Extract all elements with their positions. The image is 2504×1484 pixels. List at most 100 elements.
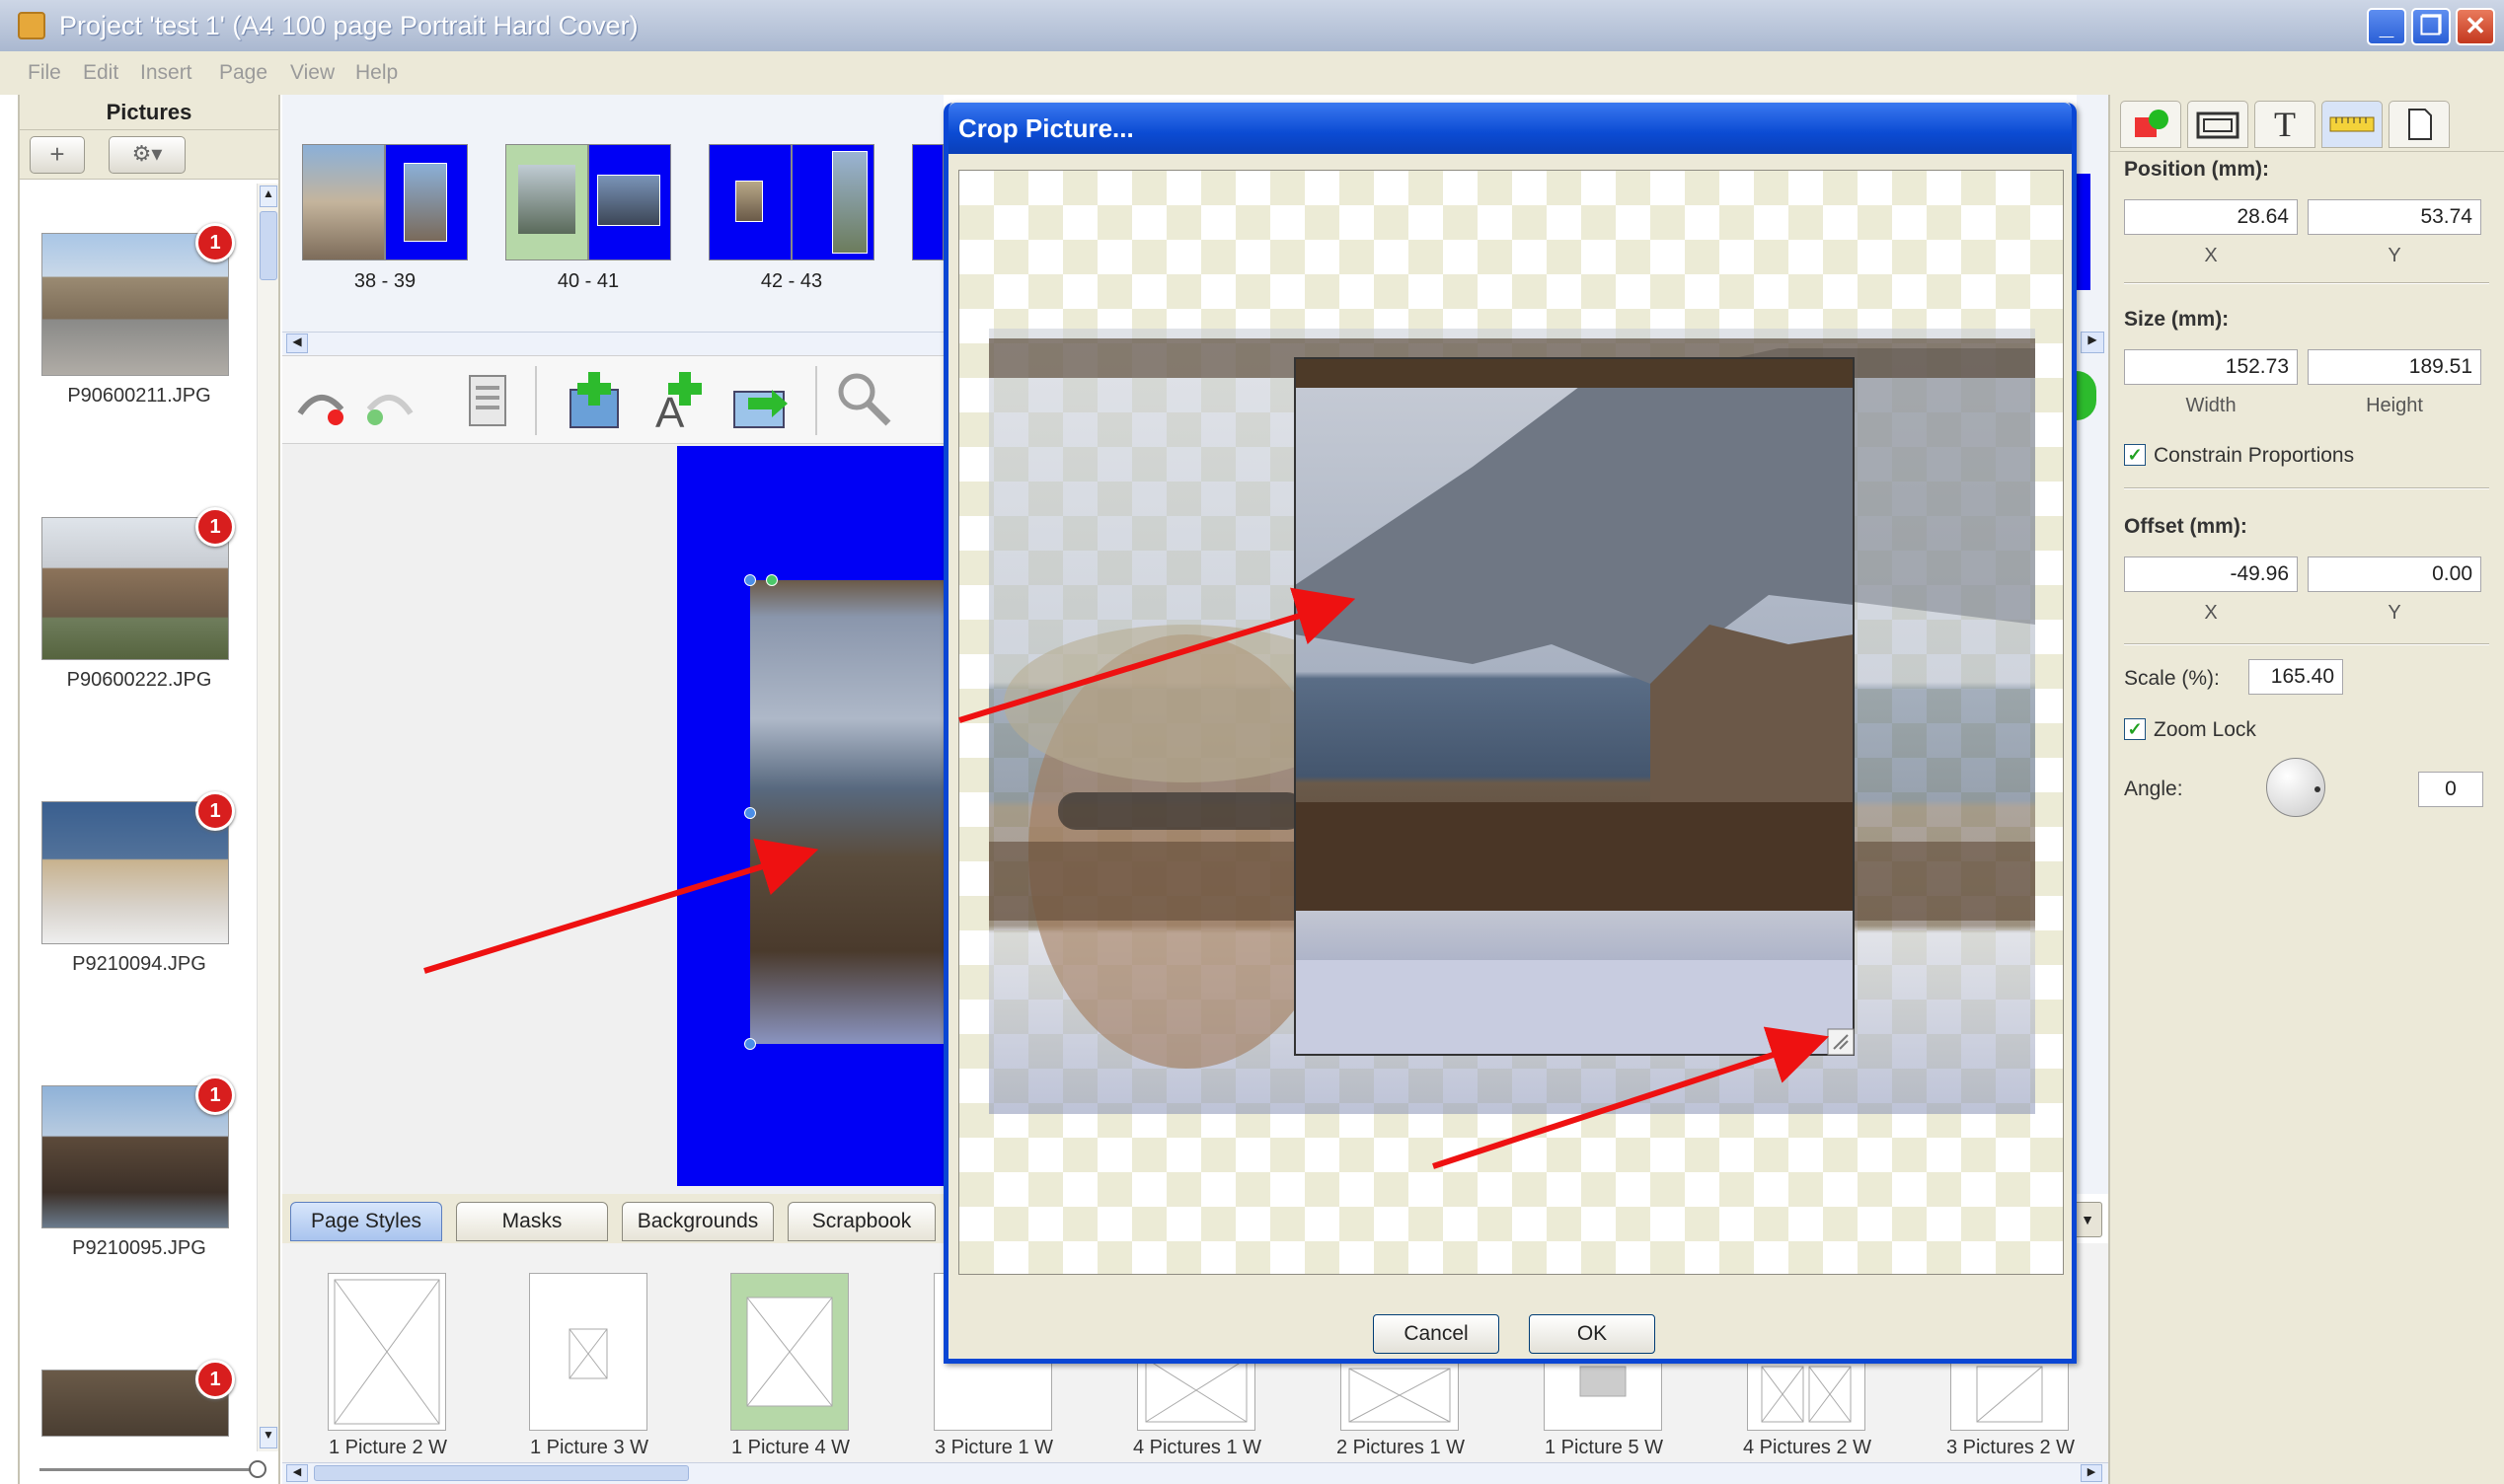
resize-handle[interactable] bbox=[744, 574, 756, 586]
slider-handle[interactable] bbox=[249, 1460, 266, 1478]
offset-label: Offset (mm): bbox=[2124, 515, 2247, 538]
spread-page-right[interactable] bbox=[792, 144, 874, 260]
pictures-panel: Pictures + ⚙▾ 1 P90600211.JPG 1 P9060022… bbox=[18, 95, 280, 1484]
resize-handle[interactable] bbox=[744, 1038, 756, 1050]
scroll-up-icon[interactable]: ▲ bbox=[260, 186, 277, 207]
layout-thumbnail[interactable] bbox=[730, 1273, 849, 1431]
usage-badge: 1 bbox=[195, 223, 235, 262]
picture-filename: P90600222.JPG bbox=[66, 669, 212, 691]
add-text-box-icon[interactable]: A bbox=[649, 368, 715, 433]
tab-scrapbook[interactable]: Scrapbook bbox=[788, 1202, 936, 1241]
offset-y-field[interactable]: 0.00 bbox=[2308, 556, 2481, 592]
picture-filename: P90600211.JPG bbox=[67, 385, 211, 407]
layout-thumbnail[interactable] bbox=[328, 1273, 446, 1431]
height-caption: Height bbox=[2366, 395, 2423, 416]
cancel-button[interactable]: Cancel bbox=[1373, 1314, 1499, 1354]
offset-x-field[interactable]: -49.96 bbox=[2124, 556, 2298, 592]
edit-toolbar: A bbox=[282, 355, 944, 444]
position-x-field[interactable]: 28.64 bbox=[2124, 199, 2298, 235]
crop-image[interactable] bbox=[959, 171, 2063, 1274]
redo-icon[interactable] bbox=[361, 374, 420, 429]
layout-thumbnail[interactable] bbox=[529, 1273, 647, 1431]
tabs-dropdown-icon[interactable]: ▼ bbox=[2073, 1202, 2102, 1237]
page-properties-icon[interactable] bbox=[458, 370, 517, 433]
width-field[interactable]: 152.73 bbox=[2124, 349, 2298, 385]
angle-label: Angle: bbox=[2124, 778, 2183, 800]
tab-backgrounds[interactable]: Backgrounds bbox=[622, 1202, 774, 1241]
next-page-icon[interactable] bbox=[2077, 371, 2096, 420]
layouts-scrollbar[interactable]: ◀ ▶ bbox=[282, 1462, 2108, 1484]
minimize-button[interactable]: _ bbox=[2367, 8, 2406, 45]
rotate-handle[interactable] bbox=[766, 574, 778, 586]
scale-field[interactable]: 165.40 bbox=[2248, 659, 2343, 695]
layout-label: 3 Pictures 2 W bbox=[1945, 1437, 2076, 1458]
close-button[interactable]: ✕ bbox=[2456, 8, 2495, 45]
resize-handle[interactable] bbox=[744, 807, 756, 819]
usage-badge: 1 bbox=[195, 1360, 235, 1399]
ruler-tab-icon[interactable] bbox=[2321, 101, 2383, 148]
layout-label: 2 Pictures 1 W bbox=[1335, 1437, 1466, 1458]
picture-options-button[interactable]: ⚙▾ bbox=[109, 136, 186, 174]
y-caption: Y bbox=[2388, 602, 2401, 624]
spread-page-left[interactable] bbox=[505, 144, 588, 260]
title-bar: Project 'test 1' (A4 100 page Portrait H… bbox=[0, 0, 2504, 51]
spreads-scrollbar[interactable]: ◀ bbox=[282, 332, 944, 355]
text-tab-icon[interactable]: T bbox=[2254, 101, 2315, 148]
tab-masks[interactable]: Masks bbox=[456, 1202, 608, 1241]
scroll-right-icon[interactable]: ▶ bbox=[2081, 332, 2104, 353]
ok-button[interactable]: OK bbox=[1529, 1314, 1655, 1354]
crop-canvas[interactable] bbox=[958, 170, 2064, 1275]
x-caption: X bbox=[2204, 245, 2218, 266]
tab-page-styles[interactable]: Page Styles bbox=[290, 1202, 442, 1241]
menu-insert[interactable]: Insert bbox=[140, 61, 192, 85]
scroll-thumb[interactable] bbox=[260, 211, 277, 280]
layout-label: 1 Picture 3 W bbox=[529, 1437, 649, 1458]
styles-tab-bar: Page Styles Masks Backgrounds Scrapbook bbox=[282, 1194, 944, 1243]
angle-dial[interactable] bbox=[2266, 758, 2325, 817]
divider bbox=[2124, 643, 2489, 645]
picture-filename: P9210094.JPG bbox=[72, 953, 206, 975]
menu-help[interactable]: Help bbox=[355, 61, 398, 85]
scroll-thumb[interactable] bbox=[314, 1465, 689, 1481]
add-picture-button[interactable]: + bbox=[30, 136, 85, 174]
height-field[interactable]: 189.51 bbox=[2308, 349, 2481, 385]
constrain-proportions-checkbox[interactable]: ✓ bbox=[2124, 444, 2146, 466]
angle-field[interactable]: 0 bbox=[2418, 772, 2483, 807]
selected-picture[interactable] bbox=[750, 580, 944, 1044]
scroll-left-icon[interactable]: ◀ bbox=[286, 334, 308, 353]
spread-page-right[interactable] bbox=[385, 144, 468, 260]
menu-page[interactable]: Page bbox=[219, 61, 267, 85]
window-title: Project 'test 1' (A4 100 page Portrait H… bbox=[59, 11, 639, 40]
spread-label: 42 - 43 bbox=[760, 270, 823, 292]
menu-file[interactable]: File bbox=[28, 61, 61, 85]
import-icon[interactable] bbox=[728, 368, 794, 433]
usage-badge: 1 bbox=[195, 1076, 235, 1115]
add-picture-box-icon[interactable] bbox=[563, 368, 628, 433]
page-tab-icon[interactable] bbox=[2389, 101, 2450, 148]
spread-page-left[interactable] bbox=[709, 144, 792, 260]
shapes-tab-icon[interactable] bbox=[2120, 101, 2181, 148]
layout-label: 1 Picture 2 W bbox=[328, 1437, 448, 1458]
frame-tab-icon[interactable] bbox=[2187, 101, 2248, 148]
menu-bar: File Edit Insert Page View Help bbox=[0, 51, 2504, 95]
picture-filename: P9210095.JPG bbox=[72, 1237, 206, 1259]
spread-page-left[interactable] bbox=[302, 144, 385, 260]
position-y-field[interactable]: 53.74 bbox=[2308, 199, 2481, 235]
album-page[interactable] bbox=[677, 446, 944, 1186]
thumbnail-size-slider[interactable] bbox=[39, 1456, 266, 1484]
usage-badge: 1 bbox=[195, 791, 235, 831]
scroll-left-icon[interactable]: ◀ bbox=[286, 1464, 308, 1482]
spread-page-left[interactable] bbox=[912, 144, 944, 260]
spread-page-right[interactable] bbox=[588, 144, 671, 260]
menu-edit[interactable]: Edit bbox=[83, 61, 118, 85]
layout-label: 1 Picture 5 W bbox=[1544, 1437, 1664, 1458]
zoom-icon[interactable] bbox=[835, 370, 894, 429]
restore-button[interactable]: ❐ bbox=[2411, 8, 2451, 45]
menu-view[interactable]: View bbox=[290, 61, 335, 85]
scroll-down-icon[interactable]: ▼ bbox=[260, 1427, 277, 1448]
pictures-scrollbar[interactable]: ▲ ▼ bbox=[257, 184, 278, 1451]
dialog-title: Crop Picture... bbox=[948, 103, 2072, 154]
scroll-right-icon[interactable]: ▶ bbox=[2081, 1464, 2102, 1482]
zoom-lock-checkbox[interactable]: ✓ bbox=[2124, 718, 2146, 740]
undo-icon[interactable] bbox=[290, 374, 349, 429]
